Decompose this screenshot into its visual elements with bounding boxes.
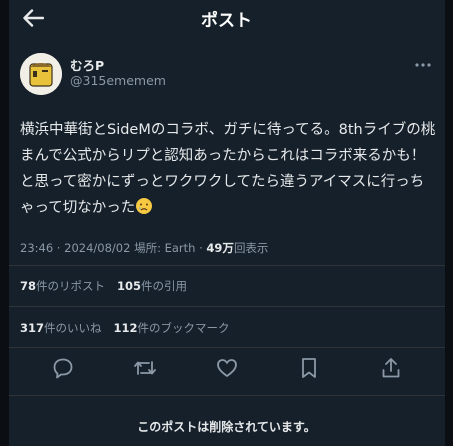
avatar-character-icon	[20, 53, 62, 95]
bookmark-icon	[302, 358, 316, 378]
like-stats: 317件のいいね 112件のブックマーク	[20, 320, 230, 336]
post-meta: 23:46 · 2024/08/02 場所: Earth · 49万回表示	[20, 240, 268, 256]
divider	[9, 347, 445, 348]
like-button[interactable]	[215, 356, 239, 380]
deleted-notice: このポストは削除されています。	[137, 420, 316, 434]
reposts-label: 件のリポスト	[36, 279, 106, 293]
likes-link[interactable]: 317件のいいね	[20, 321, 102, 335]
bookmarks-link[interactable]: 112件のブックマーク	[114, 321, 230, 335]
page-title: ポスト	[201, 11, 252, 31]
share-button[interactable]	[379, 356, 403, 380]
top-bar: ポスト	[0, 0, 453, 36]
meta-separator: ·	[195, 241, 207, 255]
meta-separator: ·	[53, 241, 65, 255]
divider	[9, 306, 445, 307]
likes-count: 317	[20, 321, 45, 335]
bookmarks-label: 件のブックマーク	[137, 321, 230, 335]
repost-stats: 78件のリポスト 105件の引用	[20, 278, 187, 294]
action-bar	[9, 352, 445, 382]
post-text: 横浜中華街とSideMのコラボ、ガチに待ってる。8thライブの桃まんで公式からリ…	[20, 117, 436, 221]
reposts-count: 78	[20, 279, 37, 293]
reposts-link[interactable]: 78件のリポスト	[20, 279, 105, 293]
quotes-label: 件の引用	[141, 279, 188, 293]
post-location: 場所: Earth	[130, 241, 196, 255]
divider	[9, 395, 445, 396]
divider	[9, 265, 445, 266]
sad-face-with-tear-icon	[136, 198, 153, 214]
more-button[interactable]	[413, 57, 433, 73]
quotes-count: 105	[117, 279, 142, 293]
post-body: 横浜中華街とSideMのコラボ、ガチに待ってる。8thライブの桃まんで公式からリ…	[20, 122, 436, 216]
views-label: 回表示	[233, 241, 269, 255]
more-dots-icon	[415, 63, 431, 67]
author-name[interactable]: むろP	[70, 55, 104, 74]
quotes-link[interactable]: 105件の引用	[117, 279, 187, 293]
reply-button[interactable]	[51, 356, 75, 380]
post-date[interactable]: 2024/08/02	[64, 241, 130, 255]
avatar[interactable]	[20, 53, 62, 95]
bookmarks-count: 112	[113, 321, 138, 335]
likes-label: 件のいいね	[44, 321, 102, 335]
like-icon	[217, 359, 237, 377]
views-count: 49万	[206, 241, 234, 255]
post-time[interactable]: 23:46	[20, 241, 53, 255]
reply-icon	[53, 358, 73, 379]
bookmark-button[interactable]	[297, 356, 321, 380]
share-icon	[382, 358, 400, 378]
repost-button[interactable]	[133, 356, 157, 380]
author-handle[interactable]: @315ememem	[70, 73, 166, 88]
repost-icon	[134, 361, 156, 375]
